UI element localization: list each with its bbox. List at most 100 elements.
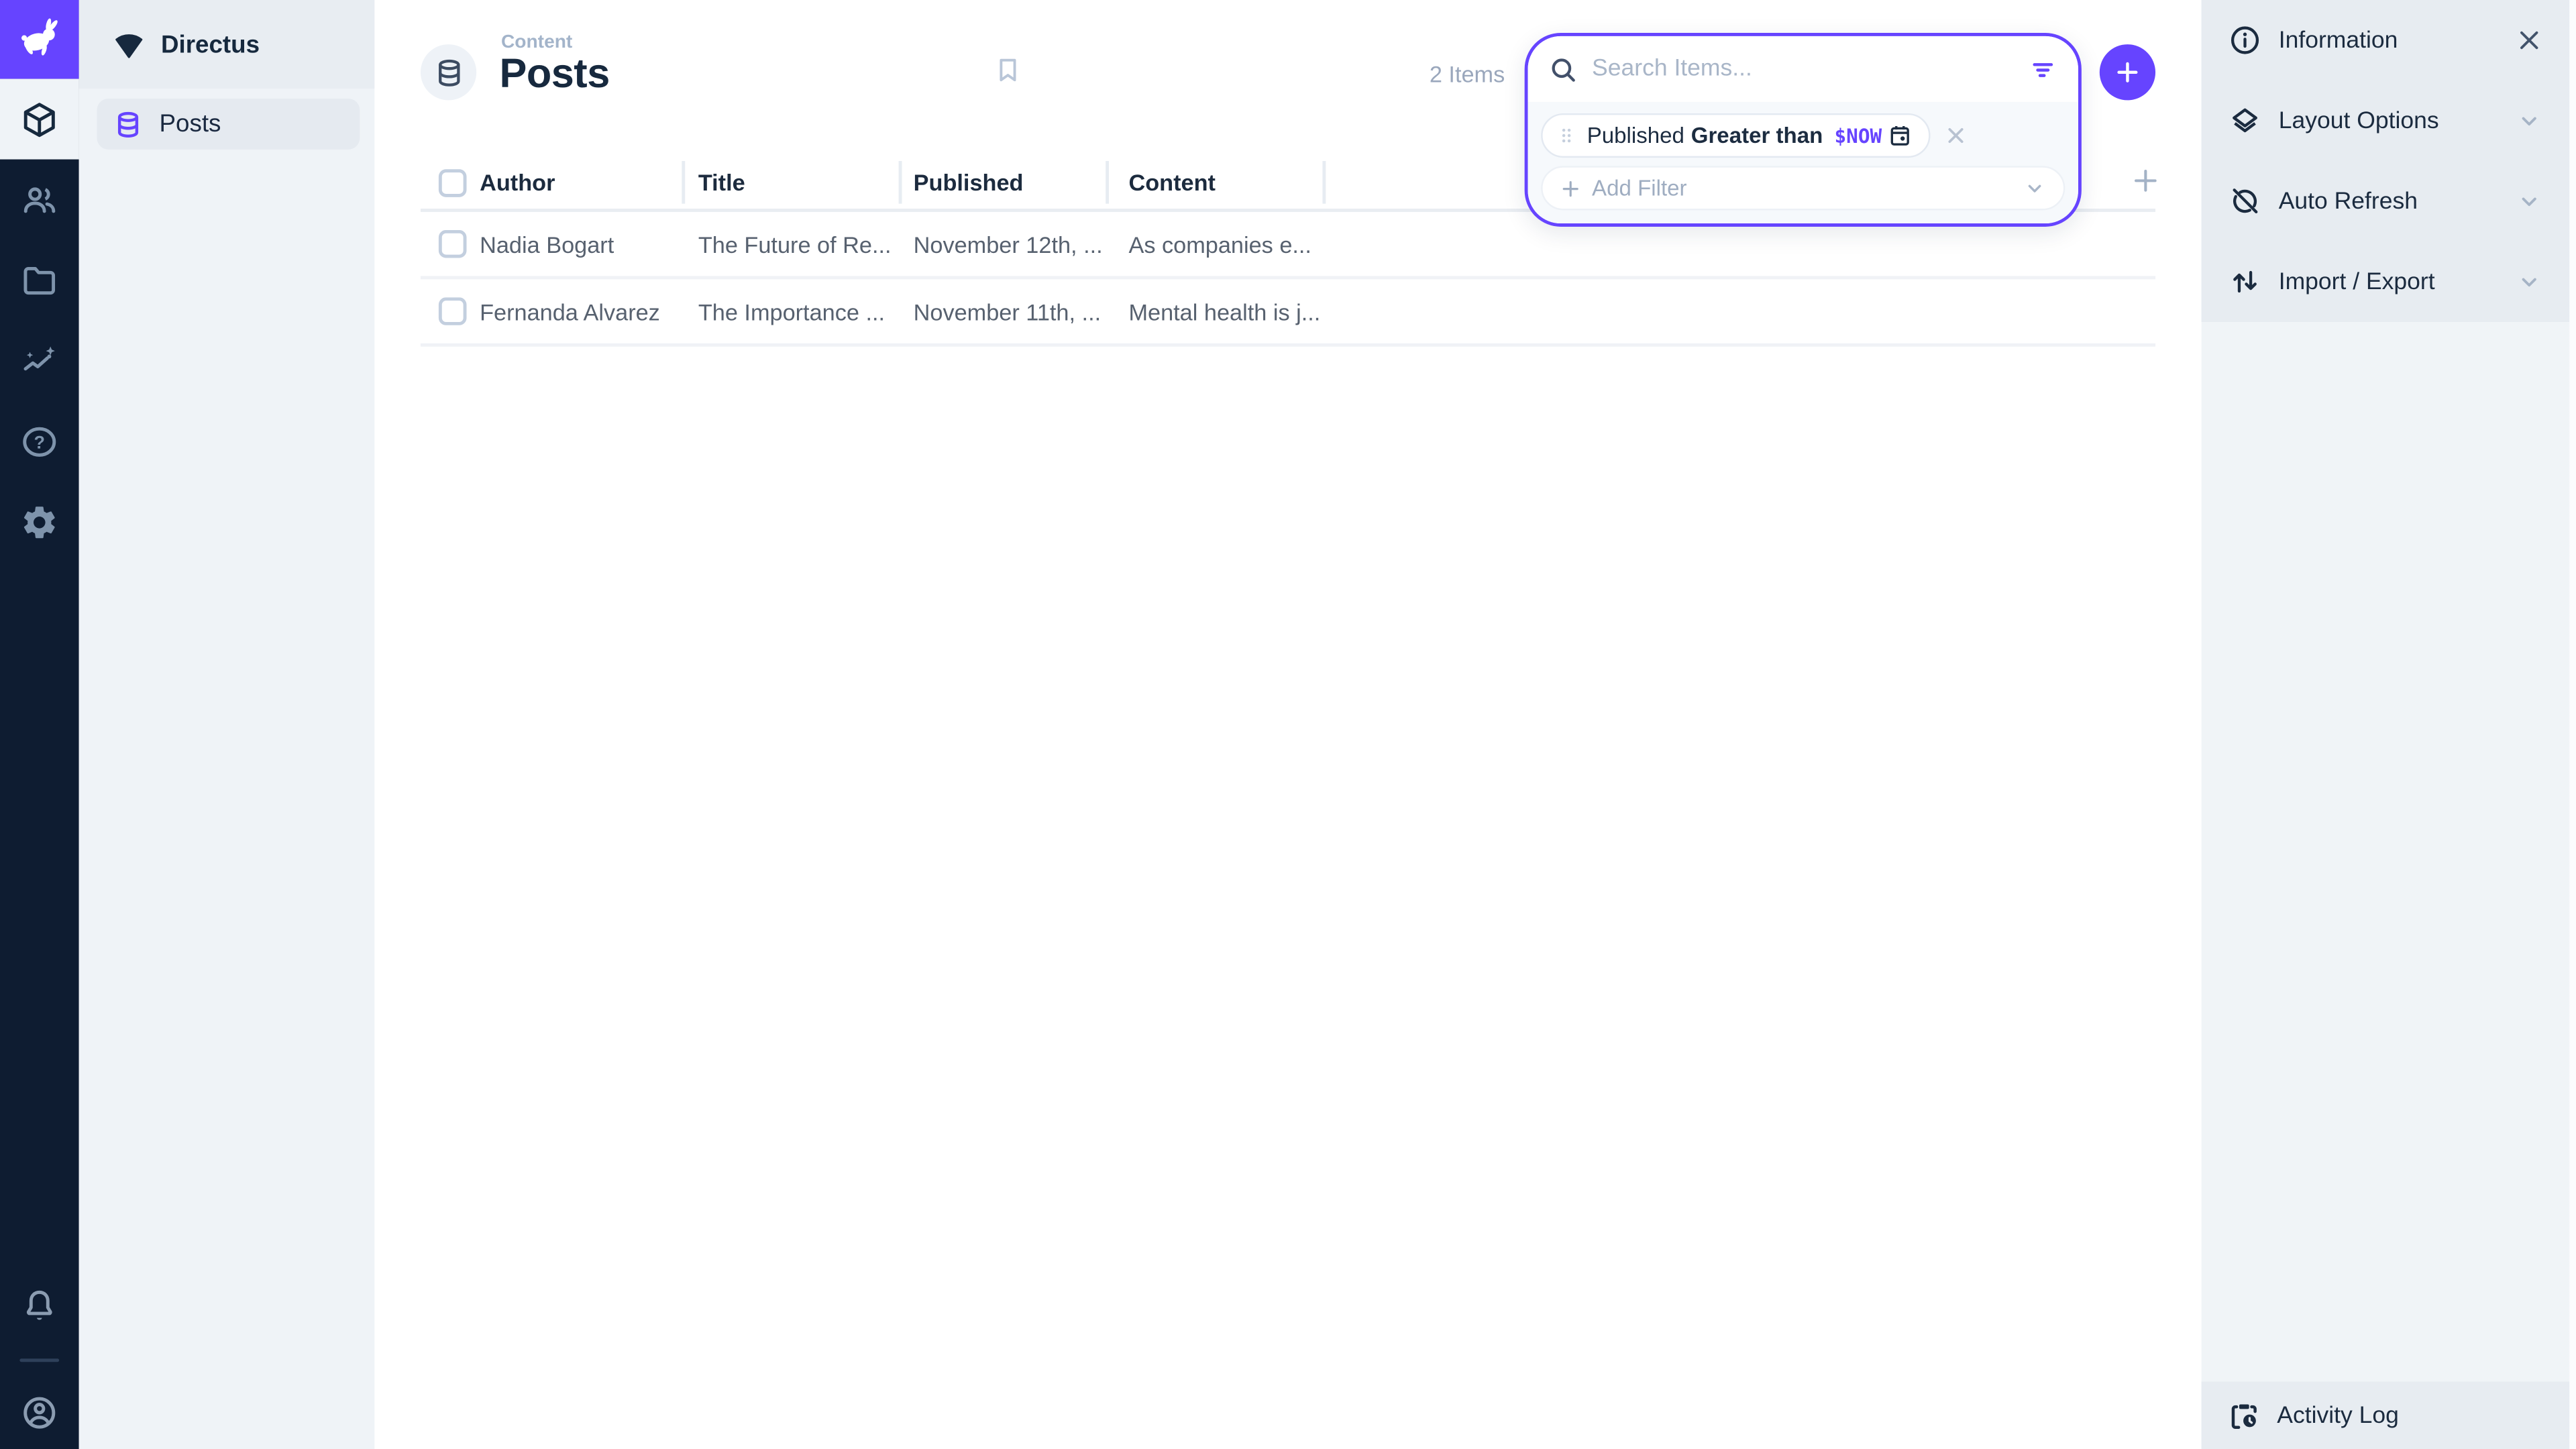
cell-published: November 11th, ... [902, 298, 1109, 324]
search-bar [1528, 36, 2078, 102]
column-header-content[interactable]: Content [1109, 156, 1326, 209]
activity-log-button[interactable]: Activity Log [2202, 1382, 2570, 1449]
create-item-button[interactable] [2100, 44, 2155, 100]
layers-icon [2228, 103, 2262, 138]
filter-toggle-button[interactable] [2027, 54, 2059, 85]
screen: ? [0, 0, 2576, 1449]
chevron-down-icon[interactable] [2515, 268, 2543, 296]
column-header-published[interactable]: Published [902, 156, 1109, 209]
collection-database-icon [433, 56, 464, 88]
filter-field[interactable]: Published [1587, 123, 1684, 148]
plus-icon [1559, 176, 1582, 199]
cell-content: Mental health is j... [1109, 298, 1326, 324]
connection-fan-icon [112, 27, 146, 61]
module-content[interactable] [0, 79, 79, 160]
filter-chip-row: Published Greater than $NOW [1541, 113, 2065, 158]
collection-database-icon [113, 109, 143, 139]
cell-author: Nadia Bogart [480, 231, 685, 257]
filter-value[interactable]: $NOW [1834, 124, 1882, 147]
bookmark-icon [992, 54, 1024, 86]
table-row[interactable]: Fernanda Alvarez The Importance ... Nove… [421, 279, 2155, 346]
calendar-icon[interactable] [1888, 123, 1913, 148]
module-bar-bottom [0, 1270, 79, 1449]
scrollbar-gutter [2569, 0, 2576, 1449]
add-filter-label: Add Filter [1592, 176, 1687, 201]
chevron-down-icon[interactable] [2515, 187, 2543, 215]
activity-log-label: Activity Log [2277, 1402, 2399, 1428]
close-icon [2515, 26, 2543, 54]
column-header-title[interactable]: Title [685, 156, 902, 209]
chevron-down-icon[interactable] [2023, 176, 2047, 201]
directus-app: ? [0, 0, 2576, 1449]
file-library-folder-icon [19, 260, 59, 300]
cell-content: As companies e... [1109, 231, 1326, 257]
sidebar-section-information[interactable]: Information [2202, 0, 2570, 80]
sidebar-section-label: Information [2279, 27, 2398, 53]
filter-operator[interactable]: Greater than [1691, 123, 1823, 148]
module-file-library[interactable] [0, 240, 79, 321]
cell-title: The Future of Re... [685, 231, 902, 257]
search-filter-panel: Published Greater than $NOW [1525, 33, 2082, 227]
column-label: Published [914, 169, 1024, 195]
column-label: Title [698, 169, 745, 195]
sidebar-section-label: Layout Options [2279, 107, 2439, 133]
user-directory-icon [19, 180, 59, 219]
user-menu-button[interactable] [0, 1377, 79, 1449]
cell-author: Fernanda Alvarez [480, 298, 685, 324]
info-icon [2228, 23, 2262, 57]
right-sidebar: Information Layout Options [2202, 0, 2576, 1449]
module-bar-divider [19, 1358, 59, 1362]
svg-text:?: ? [34, 431, 45, 451]
drag-handle-icon[interactable] [1556, 125, 1577, 146]
column-label: Content [1128, 169, 1216, 195]
chevron-down-icon[interactable] [2515, 107, 2543, 135]
cell-published: November 12th, ... [902, 231, 1109, 257]
user-avatar-icon [19, 1393, 59, 1433]
help-docs-icon: ? [19, 421, 59, 461]
plus-icon [2112, 58, 2142, 87]
directus-rabbit-logo-icon [15, 15, 64, 64]
row-checkbox[interactable] [439, 230, 467, 258]
main-content: Content Posts 2 Items [374, 0, 2201, 1449]
module-bar: ? [0, 0, 79, 1449]
content-module-cube-icon [19, 99, 59, 139]
search-icon [1548, 54, 1579, 85]
module-settings[interactable] [0, 482, 79, 562]
row-checkbox[interactable] [439, 297, 467, 325]
notifications-bell-icon [19, 1287, 59, 1326]
bookmark-button[interactable] [992, 54, 1024, 86]
project-name: Directus [161, 30, 260, 58]
settings-gear-icon [19, 502, 59, 541]
nav-item-posts[interactable]: Posts [97, 99, 360, 150]
directus-logo-button[interactable] [0, 0, 79, 79]
column-header-author[interactable]: Author [480, 156, 685, 209]
project-header[interactable]: Directus [79, 0, 375, 89]
cell-title: The Importance ... [685, 298, 902, 324]
add-filter-button[interactable]: Add Filter [1541, 166, 2065, 210]
item-count: 2 Items [1430, 61, 1505, 87]
sidebar-section-layout-options[interactable]: Layout Options [2202, 80, 2570, 161]
column-label: Author [480, 169, 555, 195]
filter-chip[interactable]: Published Greater than $NOW [1541, 113, 1931, 158]
notifications-button[interactable] [0, 1270, 79, 1342]
module-help[interactable]: ? [0, 401, 79, 482]
select-all-checkbox[interactable] [439, 168, 467, 197]
insights-icon [19, 341, 59, 380]
remove-filter-button[interactable] [1944, 123, 1969, 148]
breadcrumb[interactable]: Content [501, 33, 572, 52]
collection-icon-button[interactable] [421, 44, 476, 100]
module-insights[interactable] [0, 321, 79, 401]
navigation-sidebar: Directus Posts [79, 0, 375, 1449]
sidebar-section-import-export[interactable]: Import / Export [2202, 241, 2570, 322]
nav-item-label: Posts [160, 110, 221, 138]
close-icon [1944, 123, 1969, 148]
sidebar-sections: Information Layout Options [2202, 0, 2570, 322]
page-title: Posts [499, 51, 609, 99]
module-user-directory[interactable] [0, 160, 79, 240]
search-input[interactable] [1592, 56, 2027, 82]
sync-disabled-icon [2228, 184, 2262, 218]
filter-list-icon [2027, 54, 2059, 85]
close-sidebar-button[interactable] [2515, 26, 2543, 54]
sidebar-section-label: Auto Refresh [2279, 188, 2418, 214]
sidebar-section-auto-refresh[interactable]: Auto Refresh [2202, 161, 2570, 241]
